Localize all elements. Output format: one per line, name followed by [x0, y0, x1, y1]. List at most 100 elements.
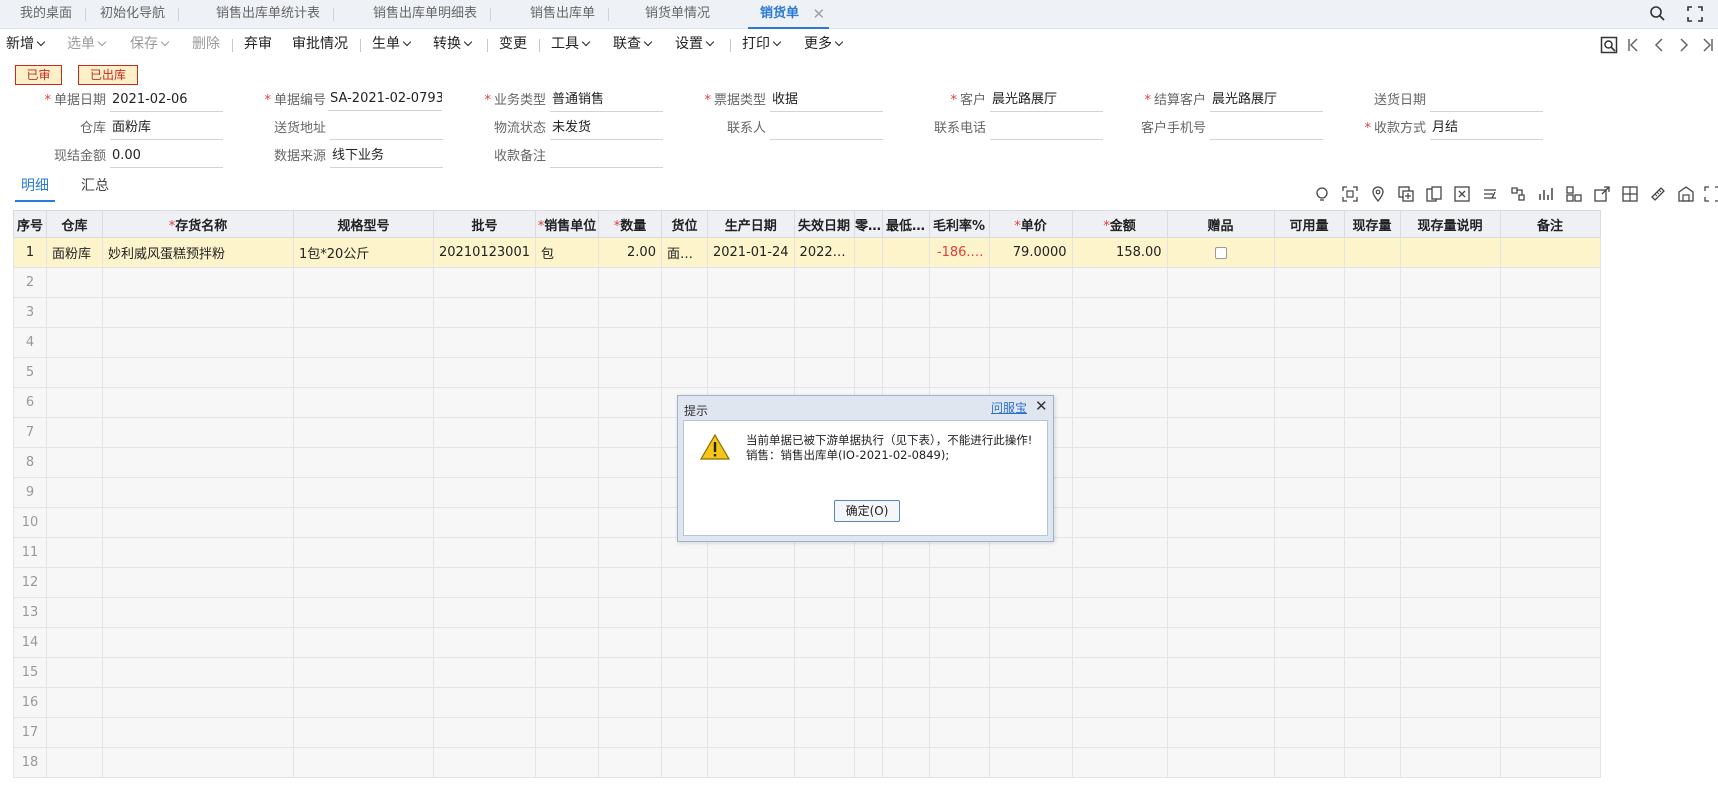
biz-type-field[interactable]: 普通销售	[550, 90, 663, 112]
cell-remark[interactable]	[1499, 237, 1601, 268]
table-row[interactable]: 14	[13, 627, 1601, 658]
grid-cell[interactable]	[1273, 657, 1345, 688]
grid-cell[interactable]	[46, 627, 103, 658]
grid-cell[interactable]	[988, 627, 1073, 658]
grid-cell[interactable]	[928, 357, 990, 388]
grid-cell[interactable]	[293, 327, 434, 358]
grid-cell[interactable]	[433, 327, 536, 358]
tab-desktop[interactable]: 我的桌面	[20, 0, 87, 28]
grid-cell[interactable]	[706, 747, 795, 778]
grid-cell[interactable]	[46, 477, 103, 508]
grid-cell[interactable]	[1166, 477, 1275, 508]
scan-icon[interactable]	[1342, 186, 1358, 202]
grid-cell[interactable]	[793, 747, 855, 778]
grid-cell[interactable]	[660, 267, 708, 298]
grid-cell[interactable]	[706, 297, 795, 328]
grid-cell[interactable]	[1166, 507, 1275, 538]
grid-cell[interactable]	[660, 357, 708, 388]
table-row[interactable]: 17	[13, 717, 1601, 748]
grid-cell[interactable]	[1399, 447, 1501, 478]
grid-cell[interactable]	[1343, 267, 1401, 298]
grid-cell[interactable]	[1273, 297, 1345, 328]
ruler-icon[interactable]	[1650, 186, 1666, 202]
grid-cell[interactable]	[928, 567, 990, 598]
col-header-margin[interactable]: 毛利率%	[928, 210, 990, 238]
grid-cell[interactable]	[928, 687, 990, 718]
grid-cell[interactable]	[1343, 747, 1401, 778]
settle-customer-field[interactable]: 晨光路展厅	[1210, 90, 1323, 112]
grid-cell[interactable]	[988, 297, 1073, 328]
grid-cell[interactable]	[1273, 747, 1345, 778]
grid-cell[interactable]	[1499, 387, 1601, 418]
settings-button[interactable]: 设置	[675, 35, 715, 53]
delete-row-icon[interactable]	[1454, 186, 1470, 202]
grid-cell[interactable]	[1071, 687, 1168, 718]
grid-cell[interactable]	[660, 687, 708, 718]
delivery-date-field[interactable]	[1430, 90, 1543, 112]
grid-cell[interactable]	[988, 267, 1073, 298]
grid-cell[interactable]	[1071, 417, 1168, 448]
grid-cell[interactable]	[928, 717, 990, 748]
table-row[interactable]: 13	[13, 597, 1601, 628]
payment-field[interactable]: 月结	[1430, 118, 1543, 140]
cell-price[interactable]: 79.0000	[988, 237, 1073, 268]
grid-cell[interactable]	[293, 447, 434, 478]
tab-sales-out-detail[interactable]: 销售出库单明细表	[373, 0, 492, 28]
grid-cell[interactable]	[660, 537, 708, 568]
table-row[interactable]: 18	[13, 747, 1601, 778]
grid-cell[interactable]	[881, 537, 930, 568]
grid-cell[interactable]	[534, 657, 599, 688]
grid-cell[interactable]	[881, 657, 930, 688]
tab-init-nav[interactable]: 初始化导航	[100, 0, 180, 28]
table-row[interactable]: 11	[13, 537, 1601, 568]
grid-cell[interactable]	[534, 447, 599, 478]
grid-cell[interactable]	[1071, 327, 1168, 358]
grid-cell[interactable]	[433, 687, 536, 718]
grid-cell[interactable]	[293, 657, 434, 688]
grid-cell[interactable]	[1499, 747, 1601, 778]
cell-zero[interactable]	[853, 237, 883, 268]
grid-cell[interactable]	[102, 567, 294, 598]
new-button[interactable]: 新增	[6, 35, 46, 53]
grid-cell[interactable]	[853, 627, 883, 658]
stats-icon[interactable]	[1538, 186, 1554, 202]
grid-cell[interactable]	[706, 657, 795, 688]
col-header-min[interactable]: 最低…	[881, 210, 930, 238]
grid-cell[interactable]	[928, 747, 990, 778]
approval-status-button[interactable]: 审批情况	[292, 35, 348, 53]
grid-cell[interactable]	[534, 297, 599, 328]
document-search-icon[interactable]	[1600, 36, 1618, 54]
grid-cell[interactable]	[988, 657, 1073, 688]
grid-cell[interactable]	[1071, 567, 1168, 598]
grid-cell[interactable]	[881, 357, 930, 388]
grid-cell[interactable]	[881, 567, 930, 598]
more-button[interactable]: 更多	[804, 35, 844, 53]
grid-cell[interactable]	[1399, 327, 1501, 358]
grid-cell[interactable]	[293, 747, 434, 778]
cash-field[interactable]: 0.00	[110, 146, 223, 168]
grid-cell[interactable]	[534, 627, 599, 658]
grid-cell[interactable]	[534, 417, 599, 448]
grid-cell[interactable]	[597, 387, 662, 418]
grid-cell[interactable]	[1166, 357, 1275, 388]
save-button[interactable]: 保存	[130, 35, 170, 53]
grid-cell[interactable]	[928, 537, 990, 568]
col-header-zero[interactable]: 零…	[853, 210, 883, 238]
grid-cell[interactable]	[1399, 537, 1501, 568]
grid-cell[interactable]	[853, 567, 883, 598]
fullscreen-icon[interactable]	[1685, 4, 1705, 24]
grid-cell[interactable]	[46, 717, 103, 748]
grid-cell[interactable]	[433, 267, 536, 298]
grid-cell[interactable]	[1166, 417, 1275, 448]
grid-cell[interactable]	[1071, 477, 1168, 508]
col-header-index[interactable]: 序号	[13, 210, 47, 238]
grid-cell[interactable]	[988, 747, 1073, 778]
grid-cell[interactable]	[853, 297, 883, 328]
grid-cell[interactable]	[293, 567, 434, 598]
grid-cell[interactable]	[793, 357, 855, 388]
grid-cell[interactable]	[1273, 717, 1345, 748]
grid-cell[interactable]	[881, 747, 930, 778]
grid-cell[interactable]	[293, 357, 434, 388]
grid-cell[interactable]	[881, 687, 930, 718]
grid-cell[interactable]	[1343, 507, 1401, 538]
